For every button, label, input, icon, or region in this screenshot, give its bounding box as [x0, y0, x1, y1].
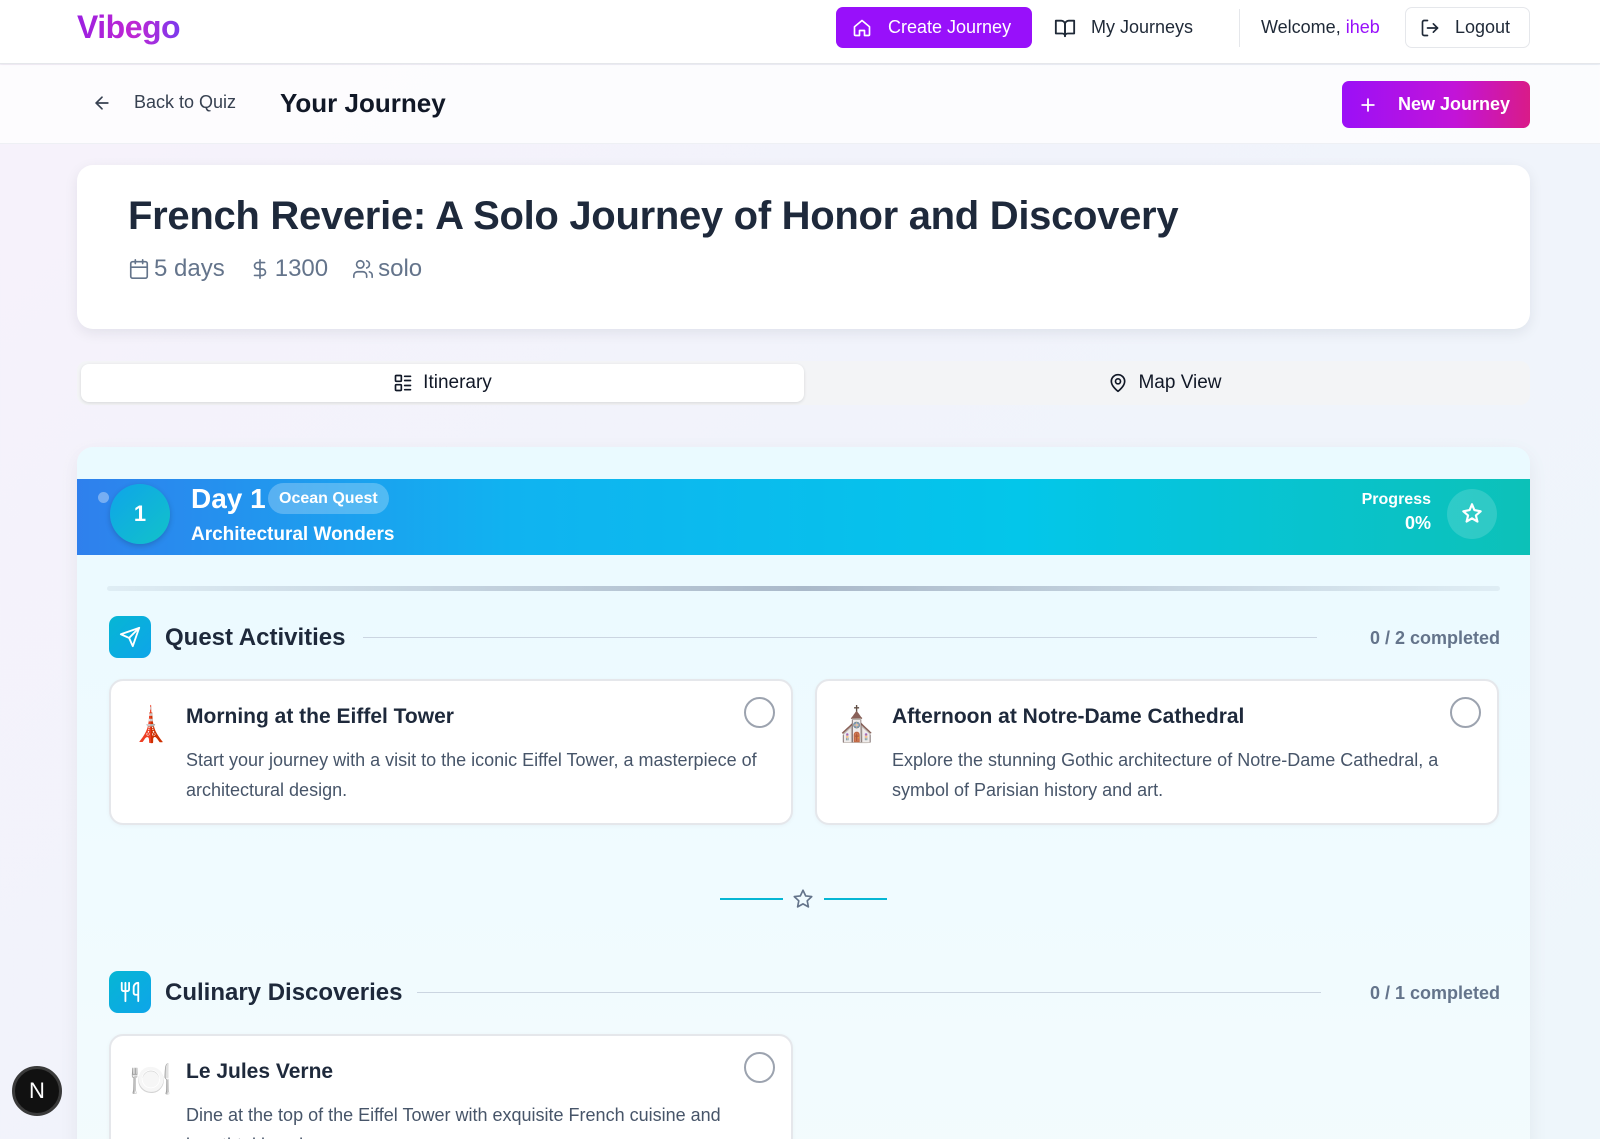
complete-checkbox[interactable]	[1450, 697, 1481, 728]
section-title: Quest Activities	[165, 624, 346, 651]
dollar-icon	[249, 258, 271, 280]
activity-card[interactable]: ⛪ Afternoon at Notre-Dame Cathedral Expl…	[815, 679, 1499, 825]
new-journey-label: New Journey	[1398, 94, 1511, 114]
book-open-icon	[1054, 17, 1076, 39]
logout-label: Logout	[1455, 17, 1511, 37]
church-icon: ⛪	[835, 706, 879, 744]
new-journey-button[interactable]: New Journey	[1342, 81, 1530, 128]
activity-title: Morning at the Eiffel Tower	[186, 705, 454, 728]
back-to-quiz-label: Back to Quiz	[134, 92, 237, 112]
logo[interactable]: Vibego	[77, 9, 181, 46]
star-icon	[792, 888, 814, 910]
sparkle-icon	[1447, 489, 1497, 539]
day-number-badge: 1	[110, 484, 170, 544]
my-journeys-label: My Journeys	[1091, 17, 1194, 37]
logout-button[interactable]: Logout	[1405, 7, 1530, 48]
duration-meta: 5 days	[128, 255, 225, 283]
section-count: 0 / 2 completed	[1369, 628, 1500, 648]
section-count: 0 / 1 completed	[1369, 983, 1500, 1003]
complete-checkbox[interactable]	[744, 697, 775, 728]
tab-map-view[interactable]: Map View	[804, 364, 1526, 402]
welcome-text: Welcome, iheb	[1261, 17, 1380, 38]
budget-value: 1300	[274, 255, 329, 282]
tab-map-label: Map View	[1138, 372, 1222, 393]
activity-title: Le Jules Verne	[186, 1060, 334, 1083]
activity-description: Start your journey with a visit to the i…	[186, 750, 757, 800]
day-banner: 1 Day 1 Ocean Quest Architectural Wonder…	[77, 479, 1530, 555]
duration-value: 5 days	[154, 255, 225, 282]
top-navbar: Vibego Create Journey My Journeys Welcom…	[0, 0, 1600, 64]
progress-label: Progress	[1361, 491, 1431, 508]
tower-icon: 🗼	[129, 706, 173, 744]
back-to-quiz-button[interactable]: Back to Quiz	[92, 92, 236, 113]
welcome-prefix: Welcome,	[1261, 17, 1341, 37]
plus-icon	[1358, 95, 1378, 115]
page-title: Your Journey	[280, 88, 446, 118]
journey-meta: 5 days 1300 solo	[128, 255, 446, 283]
divider-line	[720, 898, 783, 900]
day-theme-badge: Ocean Quest	[268, 483, 389, 514]
username: iheb	[1345, 17, 1380, 37]
create-journey-button[interactable]: Create Journey	[836, 7, 1032, 48]
plate-icon: 🍽️	[129, 1061, 173, 1099]
arrow-left-icon	[92, 93, 112, 113]
group-meta: solo	[352, 255, 422, 283]
calendar-icon	[128, 258, 150, 280]
home-icon	[852, 18, 872, 38]
day-card: 1 Day 1 Ocean Quest Architectural Wonder…	[77, 447, 1530, 1139]
activity-card[interactable]: 🗼 Morning at the Eiffel Tower Start your…	[109, 679, 793, 825]
map-pin-icon	[1108, 373, 1128, 393]
logout-icon	[1420, 18, 1440, 38]
journey-title: French Reverie: A Solo Journey of Honor …	[128, 194, 1179, 238]
activity-description: Explore the stunning Gothic architecture…	[892, 750, 1439, 800]
dev-tools-badge[interactable]: N	[12, 1066, 62, 1116]
tab-itinerary-label: Itinerary	[423, 372, 492, 393]
divider-line	[824, 898, 887, 900]
budget-meta: 1300	[249, 255, 328, 283]
day-label: Day 1	[191, 483, 266, 514]
tab-itinerary[interactable]: Itinerary	[81, 364, 804, 402]
activity-card[interactable]: 🍽️ Le Jules Verne Dine at the top of the…	[109, 1034, 793, 1139]
utensils-icon	[109, 971, 151, 1013]
activity-description: Dine at the top of the Eiffel Tower with…	[186, 1105, 721, 1139]
group-value: solo	[378, 255, 423, 282]
list-icon	[393, 373, 413, 393]
activity-title: Afternoon at Notre-Dame Cathedral	[892, 705, 1245, 728]
view-tabs: Itinerary Map View	[77, 361, 1530, 405]
my-journeys-link[interactable]: My Journeys	[1054, 7, 1193, 48]
section-title: Culinary Discoveries	[165, 979, 403, 1006]
users-icon	[352, 258, 374, 280]
day-progress-track	[107, 586, 1500, 591]
banner-dot	[98, 492, 109, 503]
progress-value: 0%	[1404, 513, 1431, 533]
nav-divider	[1239, 9, 1240, 47]
send-icon	[109, 616, 151, 658]
section-rule	[417, 992, 1321, 993]
create-journey-label: Create Journey	[888, 17, 1012, 37]
day-theme: Architectural Wonders	[191, 524, 395, 545]
complete-checkbox[interactable]	[744, 1052, 775, 1083]
journey-header-card: French Reverie: A Solo Journey of Honor …	[77, 165, 1530, 329]
section-rule	[363, 637, 1317, 638]
